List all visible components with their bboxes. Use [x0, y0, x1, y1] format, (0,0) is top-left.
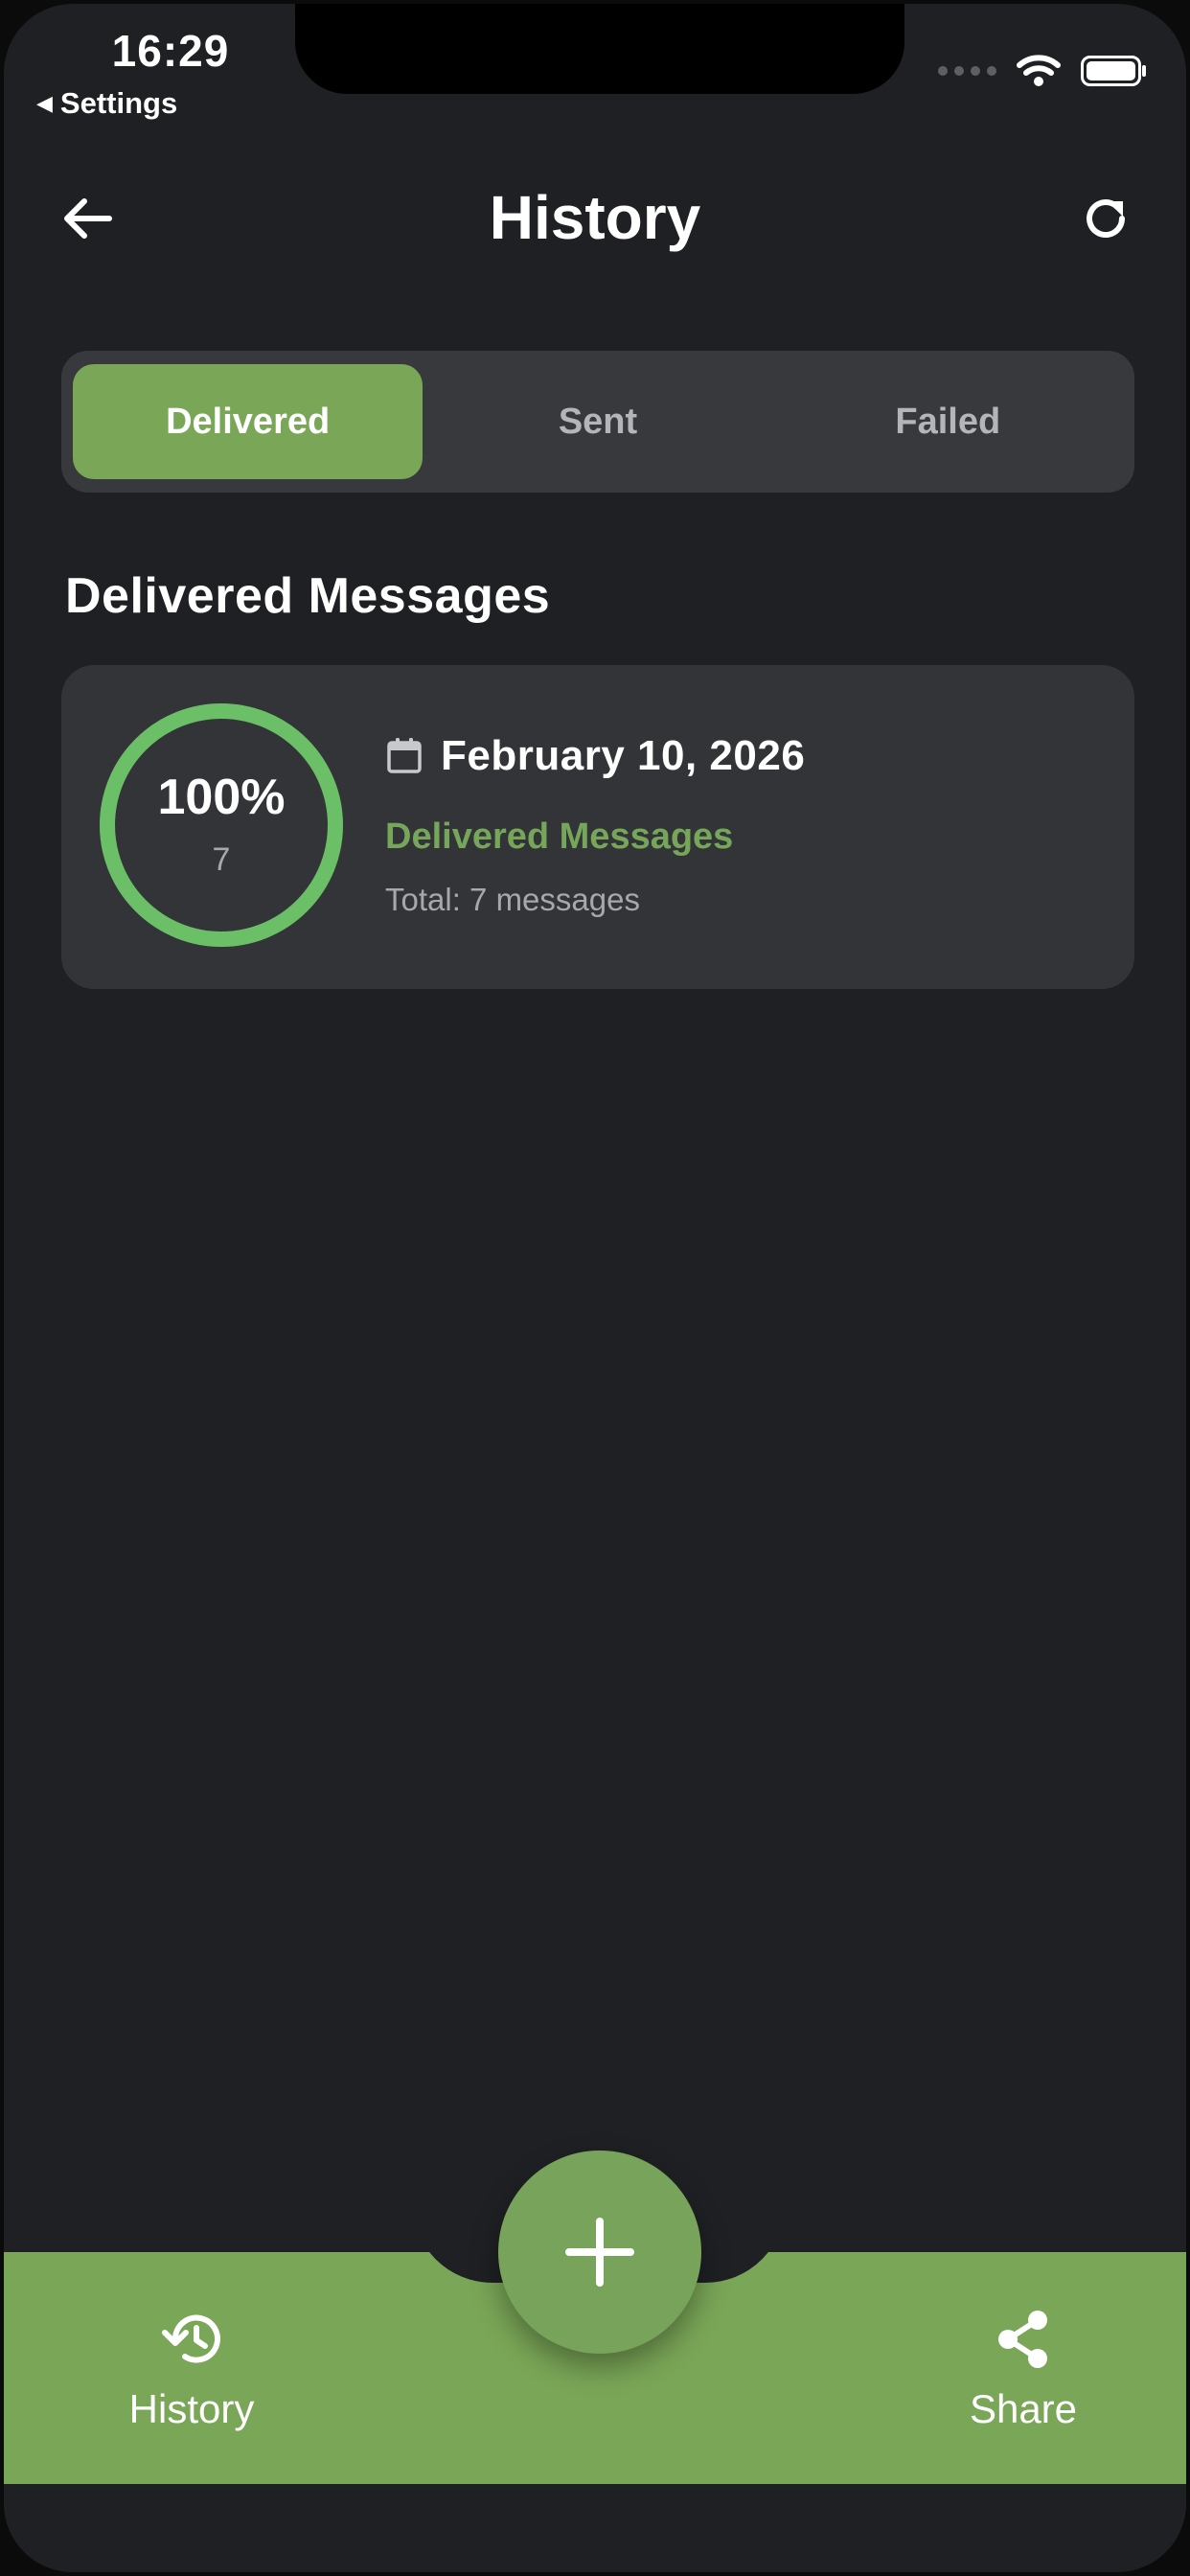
home-indicator-area [4, 2484, 1186, 2572]
nav-share-label: Share [969, 2386, 1078, 2431]
refresh-button[interactable] [1075, 190, 1136, 247]
history-card[interactable]: 100% 7 February 10, 2026 Delivered Messa… [61, 665, 1134, 989]
share-icon [998, 2311, 1047, 2368]
status-icons [938, 54, 1148, 88]
status-tabs: Delivered Sent Failed [61, 351, 1134, 493]
plus-icon [565, 2218, 634, 2287]
device-notch [295, 4, 904, 94]
tab-sent[interactable]: Sent [423, 364, 772, 479]
calendar-icon [387, 738, 422, 773]
message-count: 7 [212, 841, 231, 878]
cellular-signal-icon [938, 66, 996, 76]
card-date-row: February 10, 2026 [385, 732, 805, 780]
status-back-link[interactable]: ◀ Settings [36, 86, 177, 121]
nav-share[interactable]: Share [918, 2308, 1129, 2432]
phone-frame: 16:29 ◀ Settings History Delivered Sent … [0, 0, 1190, 2576]
tab-failed[interactable]: Failed [773, 364, 1123, 479]
nav-history-label: History [128, 2386, 255, 2431]
battery-icon [1081, 56, 1146, 86]
card-date: February 10, 2026 [441, 732, 806, 779]
section-title: Delivered Messages [65, 568, 551, 624]
app-header: History [4, 165, 1186, 270]
add-button[interactable] [498, 2150, 701, 2354]
nav-history[interactable]: History [86, 2308, 297, 2432]
status-back-label: Settings [59, 86, 178, 120]
card-total: Total: 7 messages [385, 882, 640, 917]
refresh-icon [1087, 199, 1125, 239]
tab-delivered[interactable]: Delivered [73, 364, 423, 479]
history-icon [162, 2314, 220, 2363]
app-screen: 16:29 ◀ Settings History Delivered Sent … [4, 4, 1186, 2572]
status-time: 16:29 [111, 26, 230, 76]
page-title: History [489, 183, 701, 252]
card-status-label: Delivered Messages [385, 816, 734, 857]
back-triangle-icon: ◀ [36, 91, 53, 115]
wifi-icon [1017, 55, 1061, 86]
progress-percent: 100% [157, 770, 286, 825]
